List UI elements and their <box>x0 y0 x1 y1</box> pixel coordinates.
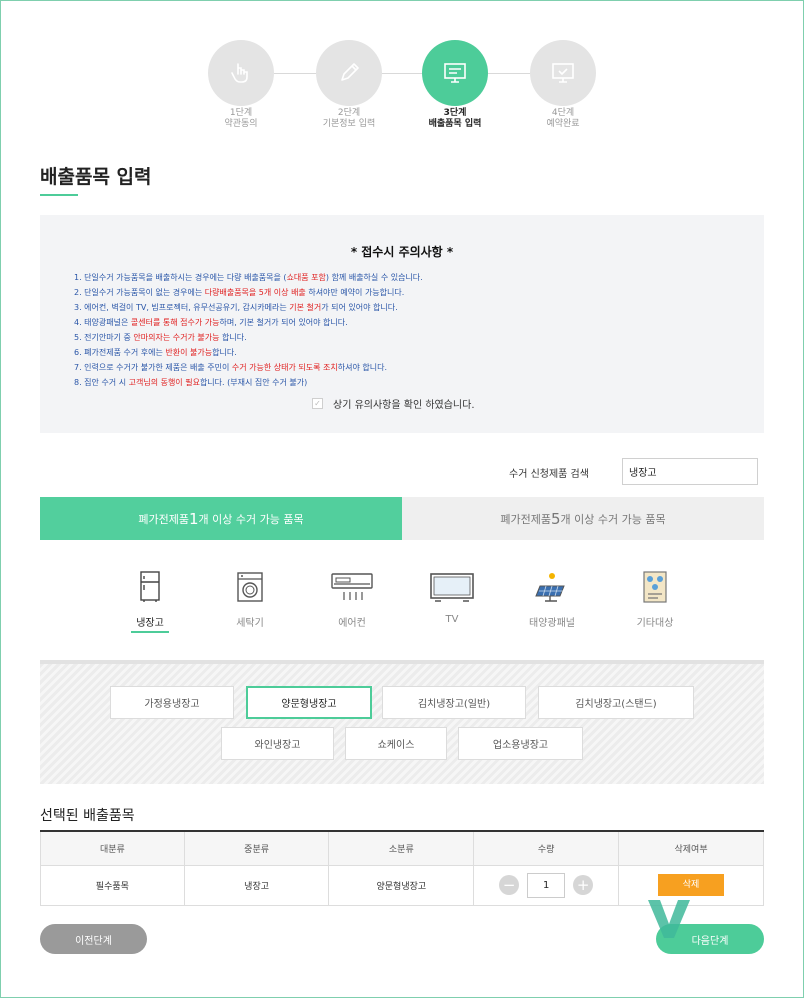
subitem-button[interactable]: 김치냉장고(일반) <box>382 686 526 719</box>
step-3-num: 3단계 <box>443 108 467 118</box>
quantity-stepper: − 1 + <box>474 872 618 898</box>
step-2-circle <box>316 40 382 106</box>
item-tv[interactable]: TV <box>410 568 494 625</box>
step-1-num: 1단계 <box>229 108 253 118</box>
header-major: 대분류 <box>40 830 185 866</box>
subitem-panel: 가정용냉장고 양문형냉장고 김치냉장고(일반) 김치냉장고(스탠드) 와인냉장고… <box>40 660 764 784</box>
subitem-button[interactable]: 쇼케이스 <box>345 727 447 760</box>
notice-list: 1. 단일수거 가능품목을 배출하시는 경우에는 다량 배출품목을 (쇼대품 포… <box>74 270 764 390</box>
tv-icon <box>430 573 474 602</box>
step-4-circle <box>530 40 596 106</box>
step-4-label: 예약완료 <box>546 119 580 129</box>
notice-item: 3. 에어컨, 벽걸이 TV, 빔프로젝터, 유무선공유기, 감시카메라는 기본… <box>74 303 398 312</box>
notice-item: 2. 단일수거 가능품목이 없는 경우에는 다량배출품목을 5개 이상 배출 하… <box>74 288 405 297</box>
category-tabs: 폐가전제품 1개 이상 수거 가능 품목 폐가전제품 5개 이상 수거 가능 품… <box>40 497 764 540</box>
step-2-label: 기본정보 입력 <box>322 119 376 129</box>
cell-major: 필수품목 <box>40 865 185 906</box>
page-title: 배출품목 입력 <box>40 166 152 188</box>
notice-item: 1. 단일수거 가능품목을 배출하시는 경우에는 다량 배출품목을 (쇼대품 포… <box>74 273 423 282</box>
subitem-button[interactable]: 가정용냉장고 <box>110 686 234 719</box>
step-1: 1단계 약관동의 <box>208 40 274 130</box>
notice-item: 4. 태양광패널은 콜센터를 통해 접수가 가능하며, 기본 철거가 되어 있어… <box>74 318 348 327</box>
notice-item: 6. 폐가전제품 수거 후에는 반환이 불가능합니다. <box>74 348 237 357</box>
active-item-underline <box>131 631 169 633</box>
hand-pointer-icon <box>231 63 248 83</box>
confirm-checkbox[interactable]: ✓ <box>312 398 323 409</box>
increase-button[interactable]: + <box>573 875 594 895</box>
notice-title: * 접수시 주의사항 * <box>350 245 454 259</box>
subitem-button-selected[interactable]: 양문형냉장고 <box>246 686 372 719</box>
header-delete: 삭제여부 <box>618 830 764 866</box>
step-4: 4단계 예약완료 <box>530 40 596 130</box>
air-conditioner-icon <box>331 573 373 600</box>
notice-item: 8. 집안 수거 시 고객님의 동행이 필요합니다. (부재시 집안 수거 불가… <box>74 378 308 387</box>
steps-line <box>241 73 561 74</box>
notice-box: * 접수시 주의사항 * 1. 단일수거 가능품목을 배출하시는 경우에는 다량… <box>40 215 764 433</box>
subitem-button[interactable]: 김치냉장고(스탠드) <box>538 686 694 719</box>
confirm-checkbox-row[interactable]: ✓ 상기 유의사항을 확인 하였습니다. <box>312 396 475 411</box>
washing-machine-icon <box>237 572 263 602</box>
subitem-button[interactable]: 업소용냉장고 <box>458 727 583 760</box>
selected-items-table: 대분류 중분류 소분류 수량 삭제여부 필수품목 냉장고 양문형냉장고 − 1 … <box>40 830 764 906</box>
quantity-input[interactable]: 1 <box>527 872 566 898</box>
table-header-row: 대분류 중분류 소분류 수량 삭제여부 <box>40 830 764 866</box>
search-label: 수거 신청제품 검색 <box>509 469 589 480</box>
step-2-num: 2단계 <box>337 108 361 118</box>
cell-minor: 양문형냉장고 <box>328 865 475 906</box>
monitor-icon <box>444 63 466 83</box>
refrigerator-icon <box>140 571 160 602</box>
v-logo-icon <box>648 900 690 938</box>
subitem-button[interactable]: 와인냉장고 <box>221 727 334 760</box>
item-air-conditioner[interactable]: 에어컨 <box>310 568 394 629</box>
header-mid: 중분류 <box>183 830 330 866</box>
other-items-icon <box>643 571 667 603</box>
prev-step-button[interactable]: 이전단계 <box>40 924 147 954</box>
search-input[interactable] <box>622 458 758 485</box>
item-solar-panel[interactable]: 태양광패널 <box>510 568 594 629</box>
notice-item: 5. 전기안마기 중 안마의자는 수거가 불가능 합니다. <box>74 333 247 342</box>
progress-steps: 1단계 약관동의 2단계 기본정보 입력 3단계 배출품목 입력 4단계 예약완료 <box>208 40 598 130</box>
item-washing-machine[interactable]: 세탁기 <box>208 568 292 629</box>
step-3: 3단계 배출품목 입력 <box>422 40 488 130</box>
decrease-button[interactable]: − <box>499 875 520 895</box>
header-minor: 소분류 <box>328 830 475 866</box>
delete-button[interactable]: 삭제 <box>658 874 725 896</box>
confirm-label: 상기 유의사항을 확인 하였습니다. <box>333 400 475 411</box>
notice-item: 7. 인력으로 수거가 불가한 제품은 배출 주민이 수거 가능한 상태가 되도… <box>74 363 388 372</box>
cell-qty: − 1 + <box>473 865 620 906</box>
header-qty: 수량 <box>473 830 620 866</box>
step-3-label: 배출품목 입력 <box>428 119 482 129</box>
tab-bulk-pickup[interactable]: 폐가전제품 5개 이상 수거 가능 품목 <box>402 497 764 540</box>
title-underline <box>40 194 78 196</box>
monitor-check-icon <box>552 63 574 83</box>
solar-panel-icon <box>535 573 565 602</box>
step-2: 2단계 기본정보 입력 <box>316 40 382 130</box>
item-refrigerator[interactable]: 냉장고 <box>108 568 192 633</box>
item-others[interactable]: 기타대상 <box>613 568 697 629</box>
step-1-circle <box>208 40 274 106</box>
step-3-circle <box>422 40 488 106</box>
tab-single-pickup[interactable]: 폐가전제품 1개 이상 수거 가능 품목 <box>40 497 402 540</box>
cell-mid: 냉장고 <box>183 865 330 906</box>
step-1-label: 약관동의 <box>224 119 258 129</box>
selected-items-title: 선택된 배출품목 <box>40 808 135 824</box>
pencil-icon <box>341 63 359 81</box>
step-4-num: 4단계 <box>551 108 575 118</box>
item-icons: 냉장고 세탁기 에어컨 TV 태양광패널 기타대상 <box>108 568 700 638</box>
